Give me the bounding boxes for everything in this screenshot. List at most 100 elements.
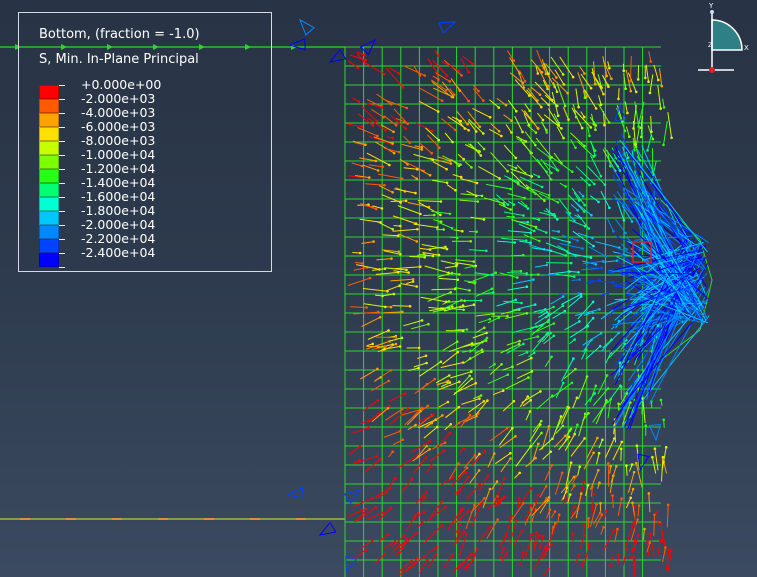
vector-head — [629, 89, 633, 93]
vector-head — [445, 74, 449, 78]
stress-vector — [507, 193, 525, 199]
vector-head — [637, 125, 640, 128]
vector-head — [623, 129, 627, 133]
vector-head — [585, 375, 589, 378]
vector-head — [579, 295, 583, 298]
vector-head — [416, 511, 420, 515]
vector-head — [478, 452, 481, 456]
vector-head — [522, 501, 525, 505]
vector-head — [574, 146, 577, 150]
vector-head — [475, 181, 479, 185]
vector-head — [451, 305, 454, 309]
contour-legend: Bottom, (fraction = -1.0) S, Min. In-Pla… — [18, 12, 272, 272]
vector-head — [529, 504, 532, 507]
vector-head — [550, 463, 554, 467]
vector-head — [636, 518, 639, 521]
stress-vector — [395, 266, 421, 270]
vector-head — [626, 273, 629, 277]
stress-vector — [392, 439, 404, 446]
vector-head — [522, 214, 525, 217]
stress-vector — [551, 237, 570, 243]
vector-head — [657, 78, 660, 82]
vector-head — [567, 406, 571, 410]
stress-vector — [415, 122, 433, 132]
vector-head — [408, 565, 412, 568]
vector-head — [446, 400, 450, 404]
vector-head — [485, 336, 489, 340]
vector-head — [514, 435, 517, 438]
stress-vector — [383, 430, 401, 438]
vector-head — [425, 382, 429, 386]
stress-vector — [526, 124, 537, 133]
stress-vector — [357, 127, 378, 137]
vector-head — [514, 298, 517, 302]
vector-head — [529, 398, 532, 402]
stress-vector — [352, 427, 369, 434]
vector-head — [400, 336, 404, 340]
vector-head — [664, 445, 668, 449]
vector-head — [570, 381, 574, 385]
vector-head — [376, 169, 380, 172]
vector-head — [610, 77, 613, 81]
stress-vector — [577, 466, 581, 476]
vector-head — [397, 250, 401, 253]
vector-head — [387, 379, 391, 383]
vector-arrowhead — [286, 486, 305, 499]
stress-vector — [503, 114, 512, 122]
vector-head — [391, 191, 394, 194]
legend-tick — [59, 225, 65, 226]
vector-head — [546, 320, 550, 324]
vector-head — [388, 163, 391, 167]
vector-head — [541, 534, 545, 538]
vector-head — [415, 177, 419, 180]
legend-tick — [59, 99, 65, 100]
stress-vector — [460, 178, 478, 184]
vector-head — [599, 332, 603, 335]
vector-head — [510, 119, 513, 122]
vector-head — [630, 220, 634, 223]
vector-head — [564, 254, 568, 257]
stress-vector — [367, 117, 386, 131]
legend-tick — [59, 155, 65, 156]
vector-head — [634, 90, 638, 94]
vector-head — [520, 301, 523, 305]
stress-vector — [444, 555, 453, 568]
vector-head — [625, 464, 628, 467]
vector-head — [425, 444, 429, 448]
vector-head — [626, 156, 630, 160]
vector-head — [598, 511, 602, 515]
vector-head — [467, 509, 471, 513]
vector-head — [501, 389, 505, 393]
vector-head — [495, 480, 499, 483]
vector-head — [436, 110, 440, 113]
vector-head — [449, 423, 453, 426]
vector-head — [648, 91, 652, 95]
vector-head — [422, 252, 426, 256]
coordinate-triad[interactable]: Y X Z — [694, 2, 756, 74]
vector-head — [670, 136, 673, 140]
vector-head — [383, 552, 387, 556]
stress-vector — [612, 495, 614, 508]
vector-head — [592, 244, 595, 248]
vector-head — [603, 183, 607, 187]
vector-head — [439, 220, 443, 223]
stress-vector — [438, 277, 458, 281]
vector-head — [569, 461, 573, 465]
stress-vector — [596, 453, 600, 465]
vector-head — [427, 322, 430, 326]
vector-head — [401, 86, 405, 89]
vector-head — [406, 407, 410, 411]
vector-head — [408, 141, 412, 144]
stress-vector — [617, 498, 622, 516]
stress-vector — [348, 60, 359, 69]
vector-head — [604, 255, 608, 258]
vector-head — [539, 423, 542, 426]
vector-head — [618, 361, 622, 365]
stress-vector — [500, 237, 527, 241]
vector-head — [458, 488, 462, 492]
triad-x-label: X — [744, 44, 749, 52]
stress-vector — [520, 552, 524, 565]
vector-head — [597, 451, 601, 455]
stress-vector — [569, 132, 585, 147]
stress-vector — [512, 279, 534, 285]
